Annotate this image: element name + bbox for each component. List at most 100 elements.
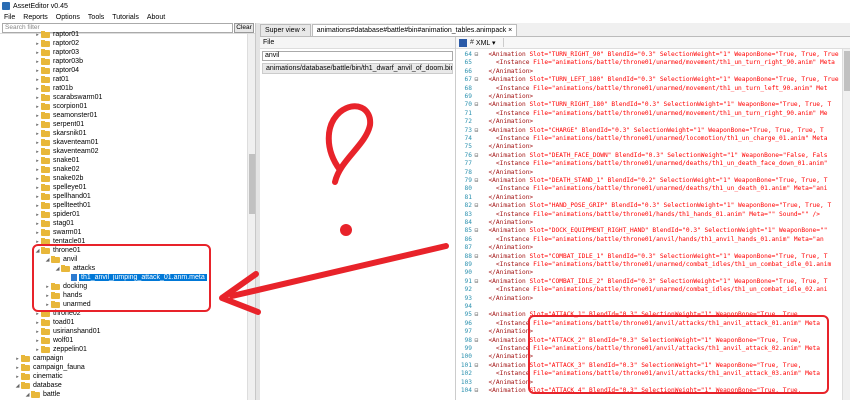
expander-icon[interactable]: ▸ [44, 293, 51, 299]
expander-icon[interactable]: ▸ [34, 50, 41, 56]
expander-icon[interactable]: ▸ [34, 140, 41, 146]
menu-file[interactable]: File [0, 14, 19, 21]
expander-icon[interactable]: ▸ [34, 95, 41, 101]
tree-item[interactable]: ▸ cinematic [14, 372, 63, 381]
expander-icon[interactable]: ▸ [34, 77, 41, 83]
fold-toggle-icon[interactable]: ⊟ [472, 202, 481, 210]
menu-about[interactable]: About [143, 14, 169, 21]
tree-item[interactable]: ▸ raptor01 [34, 30, 79, 39]
expander-icon[interactable]: ▸ [34, 338, 41, 344]
tree-item[interactable]: ▸ snake02b [34, 174, 83, 183]
tree-scrollbar-thumb[interactable] [249, 154, 255, 214]
clear-button[interactable]: Clear [234, 23, 254, 33]
expander-icon[interactable]: ▸ [14, 365, 21, 371]
tree-item[interactable]: ▸ raptor03 [34, 48, 79, 57]
tree-item[interactable]: ▸ rat01 [34, 75, 69, 84]
expander-icon[interactable]: ▸ [34, 86, 41, 92]
expander-icon[interactable]: ▸ [14, 356, 21, 362]
expander-icon[interactable]: ▸ [34, 32, 41, 38]
editor-scrollbar[interactable] [842, 49, 850, 400]
fold-toggle-icon[interactable]: ⊟ [472, 387, 481, 395]
tree-item[interactable]: ▸ seamonster01 [34, 111, 97, 120]
tree-item[interactable]: ◢ anvil [44, 255, 77, 264]
close-icon[interactable]: × [302, 27, 306, 34]
expander-icon[interactable]: ▸ [14, 374, 21, 380]
expander-icon[interactable]: ◢ [34, 248, 41, 254]
tree-scrollbar[interactable] [247, 34, 255, 400]
tree-item[interactable]: ▸ skaventeam01 [34, 138, 99, 147]
expander-icon[interactable]: ▸ [34, 104, 41, 110]
tree-item[interactable]: ▸ hands [44, 291, 82, 300]
tree-item[interactable]: ▸ wolf01 [34, 336, 73, 345]
tree-item[interactable]: ▸ usirianshand01 [34, 327, 100, 336]
tree-item[interactable]: ◢ throne01 [34, 246, 81, 255]
expander-icon[interactable]: ▸ [34, 176, 41, 182]
save-icon[interactable] [459, 38, 467, 47]
expander-icon[interactable]: ▸ [44, 302, 51, 308]
expander-icon[interactable]: ▸ [34, 203, 41, 209]
expander-icon[interactable]: ▸ [34, 113, 41, 119]
fold-toggle-icon[interactable]: ⊟ [472, 278, 481, 286]
fold-toggle-icon[interactable]: ⊟ [472, 127, 481, 135]
file-search-input[interactable]: anvil [262, 51, 453, 61]
fold-toggle-icon[interactable]: ⊟ [472, 101, 481, 109]
expander-icon[interactable]: ▸ [34, 311, 41, 317]
tree-item[interactable]: ▸ stag01 [34, 219, 74, 228]
expander-icon[interactable]: ▸ [34, 149, 41, 155]
fold-toggle-icon[interactable]: ⊟ [472, 253, 481, 261]
file-list-item[interactable]: animations/database/battle/bin/th1_dwarf… [262, 63, 453, 74]
expander-icon[interactable]: ▸ [34, 239, 41, 245]
tree-item[interactable]: ▸ spelleye01 [34, 183, 86, 192]
fold-toggle-icon[interactable]: ⊟ [472, 362, 481, 370]
menu-options[interactable]: Options [52, 14, 84, 21]
expander-icon[interactable]: ▸ [44, 284, 51, 290]
tree-item[interactable]: ▸ serpent01 [34, 120, 84, 129]
menu-tools[interactable]: Tools [84, 14, 108, 21]
expander-icon[interactable]: ▸ [34, 194, 41, 200]
expander-icon[interactable]: ▸ [34, 221, 41, 227]
expander-icon[interactable]: ▸ [34, 131, 41, 137]
expander-icon[interactable]: ▸ [34, 185, 41, 191]
expander-icon[interactable]: ▸ [34, 320, 41, 326]
fold-toggle-icon[interactable]: ⊟ [472, 311, 481, 319]
tree-item[interactable]: ▸ snake02 [34, 165, 79, 174]
tree-item[interactable]: ◢ database [14, 381, 62, 390]
expander-icon[interactable]: ◢ [44, 257, 51, 263]
fold-toggle-icon[interactable]: ⊟ [472, 177, 481, 185]
tree-item[interactable]: ▸ spellteeth01 [34, 201, 91, 210]
expander-icon[interactable]: ▸ [34, 59, 41, 65]
tree-item[interactable]: ▸ unarmed [44, 300, 91, 309]
fold-toggle-icon[interactable]: ⊟ [472, 51, 481, 59]
expander-icon[interactable]: ▸ [34, 41, 41, 47]
tree-item[interactable]: ▸ swarm01 [34, 228, 81, 237]
tree-item[interactable]: ▸ spider01 [34, 210, 80, 219]
editor-scrollbar-thumb[interactable] [844, 51, 850, 91]
tree-item[interactable]: ◢ attacks [54, 264, 95, 273]
tab-animation-tables[interactable]: animations#database#battle#bin#animation… [311, 24, 518, 36]
close-icon[interactable]: × [508, 27, 512, 34]
tab-super-view[interactable]: Super view × [260, 24, 311, 36]
fold-toggle-icon[interactable]: ⊟ [472, 227, 481, 235]
menu-reports[interactable]: Reports [19, 14, 52, 21]
tree-item[interactable]: ▸ docking [44, 282, 87, 291]
tree-item[interactable]: ▸ spellhand01 [34, 192, 91, 201]
expander-icon[interactable]: ▸ [34, 158, 41, 164]
tree-item[interactable]: ▸ raptor02 [34, 39, 79, 48]
expander-icon[interactable]: ▸ [34, 230, 41, 236]
tree-item[interactable]: ▸ tentacle01 [34, 237, 85, 246]
expander-icon[interactable]: ◢ [54, 266, 61, 272]
format-dropdown[interactable]: XML ▾ [476, 39, 496, 47]
expander-icon[interactable]: ▸ [34, 347, 41, 353]
expander-icon[interactable]: ▸ [34, 122, 41, 128]
tree-item[interactable]: ▸ zeppelin01 [34, 345, 87, 354]
menu-tutorials[interactable]: Tutorials [108, 14, 143, 21]
tree-item[interactable]: ◢ battle [24, 390, 60, 399]
tree-item[interactable]: ▸ scarabswarm01 [34, 93, 102, 102]
tree-item[interactable]: ▸ raptor04 [34, 66, 79, 75]
tree-item[interactable]: ▸ skarsnik01 [34, 129, 86, 138]
fold-toggle-icon[interactable]: ⊟ [472, 76, 481, 84]
expander-icon[interactable]: ▸ [34, 212, 41, 218]
tree-item[interactable]: ▸ scorpion01 [34, 102, 87, 111]
tree-item[interactable]: ▸ snake01 [34, 156, 79, 165]
tree-item[interactable]: ▸ campaign [14, 354, 63, 363]
